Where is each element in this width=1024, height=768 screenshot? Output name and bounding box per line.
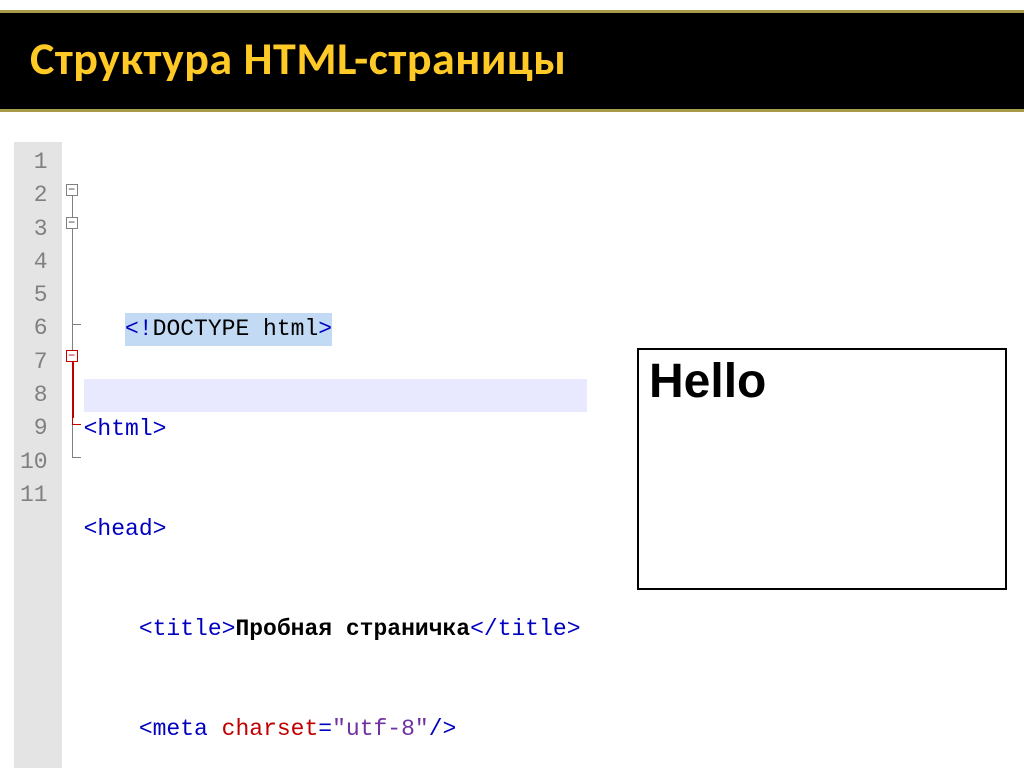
- line-number: 9: [20, 412, 48, 445]
- code-line[interactable]: <!DOCTYPE html>: [84, 313, 581, 346]
- tag-text: <head>: [84, 516, 167, 542]
- fold-toggle-icon[interactable]: −: [66, 217, 78, 229]
- fold-guide-icon: [72, 362, 74, 418]
- line-number: 4: [20, 246, 48, 279]
- gutter: 1 2 3 4 5 6 7 8 9 10 11: [14, 142, 62, 768]
- attr-text: charset: [222, 716, 319, 742]
- tag-text: />: [429, 716, 457, 742]
- tag-text: <!: [125, 316, 153, 342]
- line-number: 5: [20, 279, 48, 312]
- current-line-highlight: [84, 379, 587, 412]
- code-text: Пробная страничка: [235, 616, 470, 642]
- code-line[interactable]: <title>Пробная страничка</title>: [84, 613, 581, 646]
- preview-heading: Hello: [649, 354, 995, 409]
- slide-content: 1 2 3 4 5 6 7 8 9 10 11 − −: [0, 112, 1024, 768]
- line-number: 8: [20, 379, 48, 412]
- code-area[interactable]: <!DOCTYPE html> <html> <head> <title>Про…: [84, 142, 587, 768]
- tag-text: <html>: [84, 416, 167, 442]
- line-number: 3: [20, 213, 48, 246]
- doctype-text: DOCTYPE html: [153, 316, 319, 342]
- line-number: 2: [20, 179, 48, 212]
- code-editor: 1 2 3 4 5 6 7 8 9 10 11 − −: [14, 142, 654, 768]
- line-number: 7: [20, 346, 48, 379]
- slide-title-bar: Структура HTML-страницы: [0, 10, 1024, 112]
- tag-text: <meta: [139, 716, 222, 742]
- slide-title: Структура HTML-страницы: [30, 31, 567, 87]
- tag-text: =: [318, 716, 332, 742]
- slide: Структура HTML-страницы 1 2 3 4 5 6 7 8 …: [0, 10, 1024, 768]
- line-number: 6: [20, 312, 48, 345]
- fold-end-icon: [72, 316, 81, 325]
- code-line[interactable]: <meta charset="utf-8"/>: [84, 713, 581, 746]
- line-number: 1: [20, 146, 48, 179]
- tag-text: </title>: [470, 616, 580, 642]
- fold-column: − − −: [62, 142, 84, 768]
- code-line[interactable]: <head>: [84, 513, 581, 546]
- fold-end-icon: [72, 416, 81, 425]
- value-text: "utf-8": [332, 716, 429, 742]
- tag-text: >: [318, 316, 332, 342]
- code-line[interactable]: <html>: [84, 413, 581, 446]
- tag-text: <title>: [139, 616, 236, 642]
- fold-toggle-icon[interactable]: −: [66, 350, 78, 362]
- line-number: 11: [20, 479, 48, 512]
- fold-toggle-icon[interactable]: −: [66, 184, 78, 196]
- browser-preview: Hello: [637, 348, 1007, 590]
- line-number: 10: [20, 446, 48, 479]
- fold-end-icon: [72, 449, 81, 458]
